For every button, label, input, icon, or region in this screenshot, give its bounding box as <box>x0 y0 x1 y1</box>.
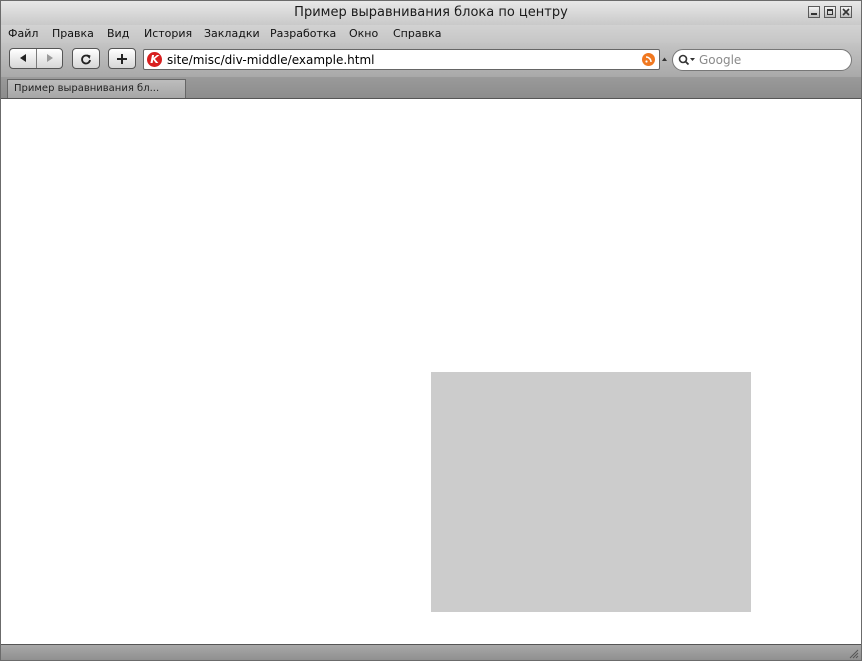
menu-file[interactable]: Файл <box>8 27 38 40</box>
address-dropdown-icon[interactable] <box>662 57 667 62</box>
toolbar: K site/misc/div-middle/example.html <box>1 43 861 77</box>
rss-icon[interactable] <box>642 53 655 66</box>
maximize-button[interactable] <box>824 6 836 18</box>
add-bookmark-button[interactable] <box>108 48 136 69</box>
reload-button[interactable] <box>72 48 100 69</box>
plus-icon <box>117 54 127 64</box>
site-favicon: K <box>147 52 162 67</box>
title-bar: Пример выравнивания блока по центру <box>1 1 861 25</box>
page-content <box>1 99 861 644</box>
browser-window: Пример выравнивания блока по центру Файл… <box>0 0 862 661</box>
menu-develop[interactable]: Разработка <box>270 27 336 40</box>
status-bar <box>1 644 861 660</box>
menu-help[interactable]: Справка <box>393 27 441 40</box>
tab-bar: Пример выравнивания бл... <box>1 77 861 99</box>
menu-view[interactable]: Вид <box>107 27 129 40</box>
minimize-icon <box>811 13 817 15</box>
back-button[interactable] <box>10 49 37 68</box>
magnifier-icon[interactable] <box>678 54 696 66</box>
address-bar-url[interactable]: site/misc/div-middle/example.html <box>167 53 375 67</box>
forward-arrow-icon <box>47 54 53 62</box>
close-button[interactable] <box>840 6 852 18</box>
menu-window[interactable]: Окно <box>349 27 378 40</box>
back-arrow-icon <box>20 54 26 62</box>
nav-button-group <box>9 48 63 69</box>
centered-block <box>431 372 751 612</box>
search-box[interactable] <box>672 49 852 71</box>
menu-bookmarks[interactable]: Закладки <box>204 27 260 40</box>
resize-grip-icon[interactable] <box>848 648 859 659</box>
maximize-icon <box>827 9 833 15</box>
menu-history[interactable]: История <box>144 27 192 40</box>
forward-button[interactable] <box>37 49 62 68</box>
tab-current[interactable]: Пример выравнивания бл... <box>7 79 186 98</box>
close-icon <box>842 8 850 16</box>
menu-bar: Файл Правка Вид История Закладки Разрабо… <box>1 25 861 43</box>
menu-edit[interactable]: Правка <box>52 27 94 40</box>
window-title: Пример выравнивания блока по центру <box>294 5 568 20</box>
address-bar[interactable]: K site/misc/div-middle/example.html <box>143 49 660 70</box>
search-input[interactable] <box>699 52 844 68</box>
reload-icon <box>81 54 91 65</box>
minimize-button[interactable] <box>808 6 820 18</box>
